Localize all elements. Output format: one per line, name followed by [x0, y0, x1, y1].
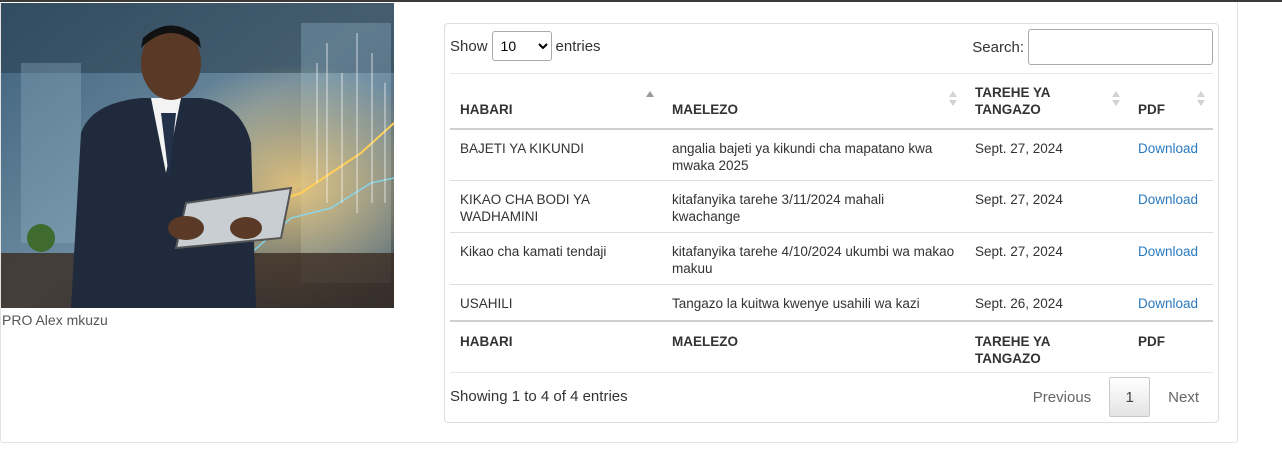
- cell-tarehe: Sept. 27, 2024: [965, 232, 1128, 285]
- table-row: BAJETI YA KIKUNDI angalia bajeti ya kiku…: [450, 128, 1213, 181]
- sort-icon: [1197, 91, 1205, 107]
- cell-maelezo: Tangazo la kuitwa kwenye usahili wa kazi: [672, 296, 920, 311]
- search-control: Search:: [972, 29, 1213, 65]
- entries-label: entries: [555, 37, 601, 55]
- entries-length-control: Show 10 entries: [450, 31, 601, 61]
- cell-habari: KIKAO CHA BODI YA WADHAMINI: [450, 180, 662, 233]
- footer-header-pdf: PDF: [1128, 319, 1213, 373]
- announcements-table-panel: Show 10 entries Search: HABARI MAELEZO T…: [444, 23, 1219, 423]
- table-footer-row: HABARI MAELEZO TAREHE YA TANGAZO PDF: [450, 319, 1213, 373]
- footer-header-habari: HABARI: [450, 319, 662, 373]
- table-header-row: HABARI MAELEZO TAREHE YA TANGAZO PDF: [450, 73, 1213, 130]
- cell-habari: BAJETI YA KIKUNDI: [450, 128, 662, 181]
- cell-habari: USAHILI: [460, 296, 513, 311]
- download-link[interactable]: Download: [1138, 192, 1198, 207]
- photo-caption: PRO Alex mkuzu: [2, 312, 108, 328]
- cell-maelezo: kitafanyika tarehe 4/10/2024 ukumbi wa m…: [662, 232, 965, 285]
- table-row: USAHILI Tangazo la kuitwa kwenye usahili…: [450, 285, 1213, 321]
- download-link[interactable]: Download: [1138, 141, 1198, 156]
- previous-page-button[interactable]: Previous: [1019, 389, 1105, 406]
- announcements-table: HABARI MAELEZO TAREHE YA TANGAZO PDF BAJ…: [450, 73, 1213, 373]
- cell-tarehe: Sept. 26, 2024: [975, 296, 1063, 311]
- cell-pdf: Download: [1128, 285, 1213, 321]
- cell-pdf: Download: [1128, 232, 1213, 285]
- cell-maelezo: angalia bajeti ya kikundi cha mapatano k…: [662, 128, 965, 181]
- cell-tarehe: Sept. 27, 2024: [965, 128, 1128, 181]
- column-header-maelezo[interactable]: MAELEZO: [662, 73, 965, 130]
- table-row: KIKAO CHA BODI YA WADHAMINI kitafanyika …: [450, 180, 1213, 233]
- cell-habari: Kikao cha kamati tendaji: [450, 232, 662, 285]
- search-label: Search:: [972, 38, 1024, 56]
- download-link[interactable]: Download: [1138, 244, 1198, 259]
- announcement-photo: [1, 3, 394, 308]
- sort-icon: [949, 91, 957, 107]
- column-header-pdf[interactable]: PDF: [1128, 73, 1213, 130]
- download-link[interactable]: Download: [1138, 296, 1198, 311]
- entries-per-page-select[interactable]: 10: [491, 31, 552, 61]
- column-header-habari[interactable]: HABARI: [450, 73, 662, 130]
- footer-header-maelezo: MAELEZO: [662, 319, 965, 373]
- next-page-button[interactable]: Next: [1154, 389, 1213, 406]
- search-input[interactable]: [1028, 29, 1213, 65]
- sort-ascending-icon: [646, 91, 654, 107]
- table-row: Kikao cha kamati tendaji kitafanyika tar…: [450, 232, 1213, 285]
- pagination: Previous 1 Next: [1019, 376, 1213, 418]
- footer-header-tarehe: TAREHE YA TANGAZO: [965, 319, 1128, 373]
- cell-pdf: Download: [1128, 180, 1213, 233]
- table-info: Showing 1 to 4 of 4 entries: [450, 388, 628, 405]
- cell-maelezo: kitafanyika tarehe 3/11/2024 mahali kwac…: [662, 180, 965, 233]
- cell-tarehe: Sept. 27, 2024: [965, 180, 1128, 233]
- cell-pdf: Download: [1128, 128, 1213, 181]
- column-header-tarehe[interactable]: TAREHE YA TANGAZO: [965, 73, 1128, 130]
- sort-icon: [1112, 91, 1120, 107]
- show-label: Show: [450, 37, 488, 55]
- page-1-button[interactable]: 1: [1109, 377, 1151, 417]
